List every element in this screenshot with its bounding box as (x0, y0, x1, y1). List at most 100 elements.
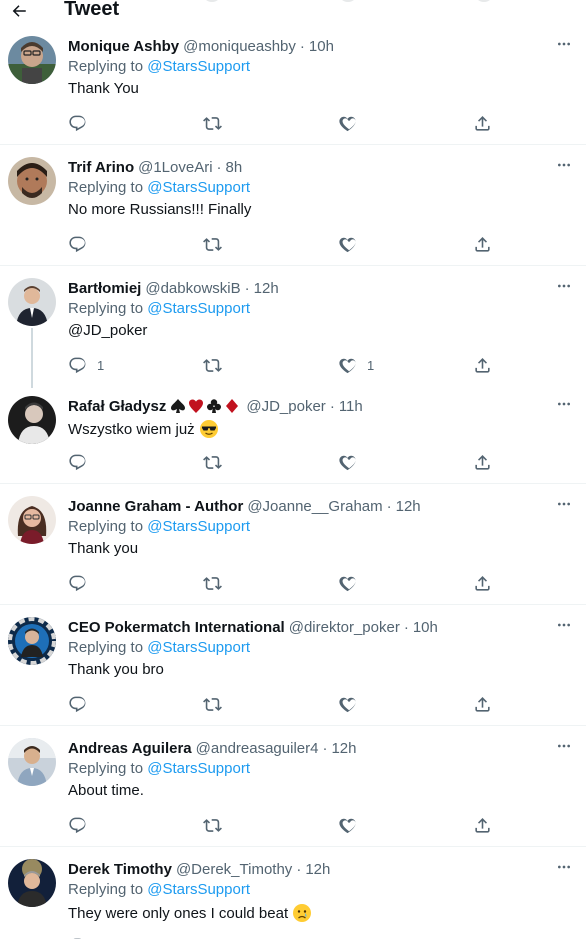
like-button[interactable] (338, 452, 357, 472)
like-button[interactable] (338, 113, 367, 133)
share-button[interactable] (473, 452, 492, 472)
like-button[interactable] (338, 573, 357, 593)
mention-link[interactable]: @StarsSupport (147, 58, 250, 75)
username[interactable]: @Joanne__Graham (247, 498, 382, 515)
thread-connector (31, 328, 33, 388)
retweet-button[interactable] (203, 452, 222, 472)
reply-button[interactable] (68, 113, 97, 133)
retweet-button[interactable] (203, 234, 222, 254)
more-options-button[interactable] (556, 278, 572, 294)
more-icon (556, 738, 572, 754)
reply-button[interactable] (68, 573, 87, 593)
display-name[interactable]: Monique Ashby (68, 38, 179, 55)
retweet-button[interactable] (203, 815, 222, 835)
more-options-button[interactable] (556, 859, 572, 875)
display-name[interactable]: Bartłomiej (68, 280, 141, 297)
avatar[interactable] (8, 36, 56, 84)
timestamp[interactable]: 12h (331, 740, 356, 757)
like-button[interactable] (338, 234, 367, 254)
mention-link[interactable]: @StarsSupport (147, 881, 250, 898)
username[interactable]: @andreasaguiler4 (196, 740, 319, 757)
tweet-text: About time. (68, 782, 144, 799)
share-button[interactable] (473, 113, 492, 133)
display-name[interactable]: CEO Pokermatch International (68, 619, 285, 636)
reply-button[interactable] (68, 452, 87, 472)
like-button[interactable] (338, 815, 357, 835)
more-options-button[interactable] (556, 157, 572, 173)
avatar[interactable] (8, 157, 56, 205)
username[interactable]: @dabkowskiB (145, 280, 240, 297)
reply-tweet[interactable]: CEO Pokermatch International @direktor_p… (0, 617, 586, 726)
share-button[interactable] (473, 355, 492, 375)
retweet-button[interactable] (203, 113, 222, 133)
like-button[interactable] (338, 694, 357, 714)
avatar[interactable] (8, 738, 56, 786)
mention-link[interactable]: @StarsSupport (147, 760, 250, 777)
replying-to: Replying to @StarsSupport (68, 179, 250, 196)
reply-tweet[interactable]: Bartłomiej @dabkowskiB · 12h Replying to… (0, 278, 586, 388)
username[interactable]: @direktor_poker (289, 619, 400, 636)
retweet-button[interactable] (203, 694, 222, 714)
tweet-text-mention[interactable]: @JD_poker (68, 322, 147, 339)
share-button[interactable] (473, 694, 492, 714)
timestamp[interactable]: 8h (226, 159, 243, 176)
share-button[interactable] (473, 573, 492, 593)
share-icon (473, 453, 492, 472)
avatar[interactable] (8, 396, 56, 444)
display-name[interactable]: Andreas Aguilera (68, 740, 192, 757)
mention-link[interactable]: @StarsSupport (147, 300, 250, 317)
reply-button[interactable] (68, 234, 97, 254)
mention-link[interactable]: @StarsSupport (147, 179, 250, 196)
timestamp[interactable]: 12h (305, 861, 330, 878)
display-name[interactable]: Trif Arino (68, 159, 134, 176)
share-button[interactable] (473, 815, 492, 835)
heart-icon (338, 453, 357, 472)
avatar[interactable] (8, 617, 56, 665)
share-button[interactable] (473, 234, 492, 254)
heart-icon (338, 114, 357, 133)
reply-tweet[interactable]: Andreas Aguilera @andreasaguiler4 · 12h … (0, 738, 586, 847)
club-icon (207, 399, 222, 413)
display-name[interactable]: Joanne Graham - Author (68, 498, 243, 515)
like-button[interactable]: 1 (338, 355, 374, 375)
timestamp[interactable]: 10h (413, 619, 438, 636)
username[interactable]: @moniqueashby (183, 38, 296, 55)
username[interactable]: @JD_poker (246, 398, 325, 415)
back-button[interactable] (8, 0, 30, 22)
reply-tweet[interactable]: Monique Ashby @moniqueashby · 10h Replyi… (0, 36, 586, 145)
reply-button[interactable] (68, 815, 87, 835)
reply-tweet[interactable]: Joanne Graham - Author @Joanne__Graham ·… (0, 496, 586, 605)
username[interactable]: @1LoveAri (138, 159, 212, 176)
username[interactable]: @Derek_Timothy (176, 861, 292, 878)
mention-link[interactable]: @StarsSupport (147, 518, 250, 535)
more-options-button[interactable] (556, 396, 572, 412)
timestamp[interactable]: 12h (254, 280, 279, 297)
more-options-button[interactable] (556, 496, 572, 512)
retweet-button[interactable] (203, 573, 222, 593)
tweet-text: Thank you bro (68, 661, 164, 678)
avatar[interactable] (8, 859, 56, 907)
timestamp[interactable]: 11h (339, 398, 363, 415)
avatar[interactable] (8, 278, 56, 326)
replying-to-label: Replying to (68, 639, 144, 656)
display-name[interactable]: Rafał Gładysz (68, 398, 166, 415)
share-icon (473, 356, 492, 375)
tweet-text: They were only ones I could beat (68, 904, 289, 922)
timestamp[interactable]: 12h (396, 498, 421, 515)
display-name[interactable]: Derek Timothy (68, 861, 172, 878)
reply-tweet[interactable]: Trif Arino @1LoveAri · 8h Replying to @S… (0, 157, 586, 266)
avatar[interactable] (8, 496, 56, 544)
reply-tweet[interactable]: Derek Timothy @Derek_Timothy · 12h Reply… (0, 859, 586, 939)
more-options-button[interactable] (556, 738, 572, 754)
more-options-button[interactable] (556, 617, 572, 633)
mention-link[interactable]: @StarsSupport (147, 639, 250, 656)
heart-icon (338, 574, 357, 593)
reply-button[interactable] (68, 694, 87, 714)
spade-icon (171, 399, 186, 413)
retweet-button[interactable] (203, 355, 222, 375)
separator-dot: · (329, 397, 335, 415)
reply-button[interactable]: 1 (68, 355, 104, 375)
more-options-button[interactable] (556, 36, 572, 52)
reply-tweet[interactable]: Rafał Gładysz @JD_poker · 11h Wszystko w… (0, 396, 586, 484)
timestamp[interactable]: 10h (309, 38, 334, 55)
